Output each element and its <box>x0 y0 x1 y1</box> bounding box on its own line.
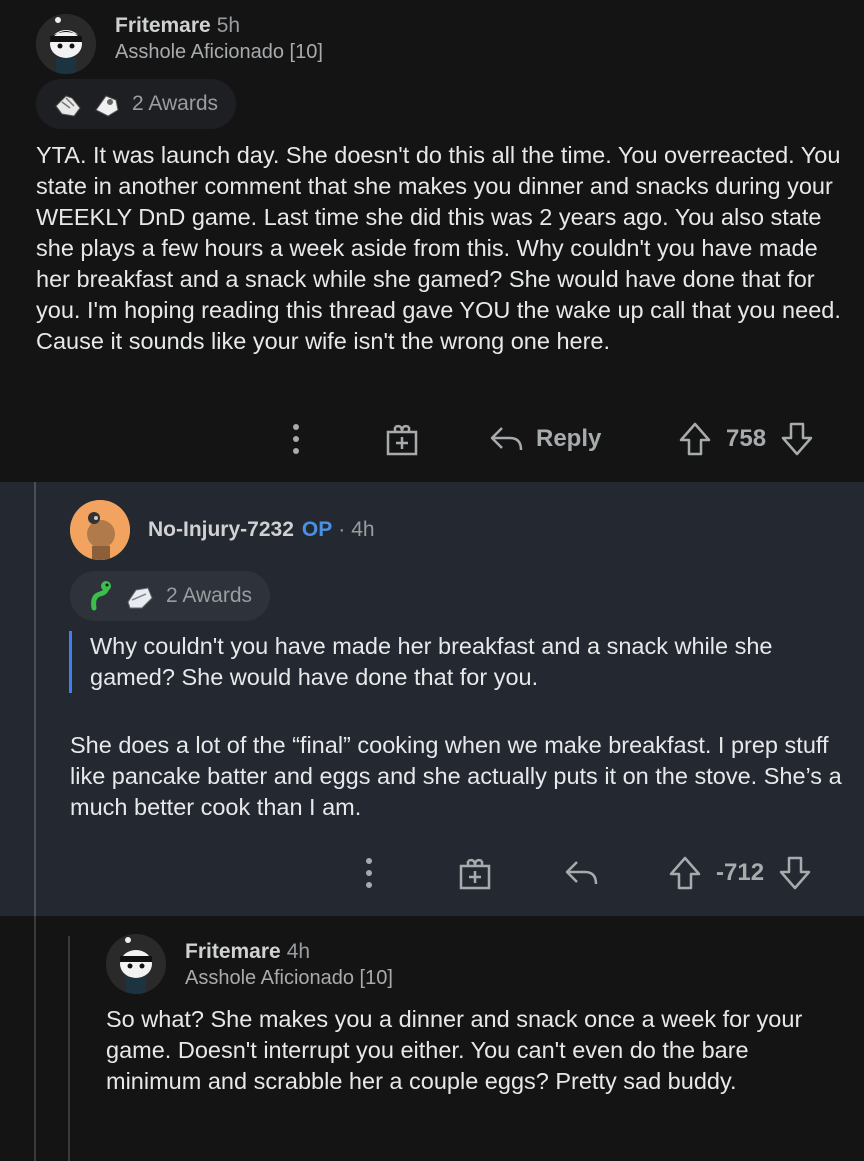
comment-fritemare-1: Fritemare 5h Asshole Aficionado [10] 2 Aw… <box>0 0 864 482</box>
timestamp: 4h <box>351 518 375 541</box>
more-vertical-icon <box>366 858 372 888</box>
snoo-avatar-icon <box>106 934 166 994</box>
more-options-button[interactable] <box>284 422 308 456</box>
timestamp: 5h <box>216 14 241 37</box>
comment-body: So what? She makes you a dinner and snac… <box>106 1006 803 1094</box>
wholesome-seal-award-icon <box>55 95 81 117</box>
more-options-button[interactable] <box>357 856 381 890</box>
snoo-avatar-icon <box>36 14 96 74</box>
awards-count: 2 Awards <box>132 92 218 115</box>
username[interactable]: No-Injury-7232 OP · 4h <box>148 518 375 542</box>
username-text[interactable]: Fritemare <box>185 940 281 963</box>
awards-pill[interactable]: 2 Awards <box>70 571 270 621</box>
snoo-avatar-icon <box>70 500 130 560</box>
downvote-icon[interactable] <box>778 855 812 891</box>
user-flair: Asshole Aficionado [10] <box>185 967 393 989</box>
separator: · <box>338 518 346 541</box>
upvote-icon[interactable] <box>668 855 702 891</box>
reply-button[interactable] <box>563 858 599 888</box>
quoted-text: Why couldn't you have made her breakfast… <box>69 631 850 693</box>
username-text[interactable]: Fritemare <box>115 14 211 37</box>
comment-fritemare-2: Fritemare 4h Asshole Aficionado [10] So w… <box>0 916 864 1161</box>
reply-button[interactable]: Reply <box>488 424 601 454</box>
avatar[interactable] <box>36 14 96 74</box>
vote-controls: 758 <box>678 421 814 457</box>
more-vertical-icon <box>293 424 299 454</box>
upvote-icon[interactable] <box>678 421 712 457</box>
thread-line[interactable] <box>34 482 36 916</box>
reply-arrow-icon <box>490 427 523 451</box>
awards-pill[interactable]: 2 Awards <box>36 79 236 129</box>
awards-count: 2 Awards <box>166 584 252 607</box>
downvote-icon[interactable] <box>780 421 814 457</box>
vote-controls: -712 <box>668 855 812 891</box>
username-text[interactable]: No-Injury-7232 <box>148 518 294 541</box>
username[interactable]: Fritemare 5h <box>115 14 240 38</box>
give-award-button[interactable] <box>385 422 419 456</box>
avatar[interactable] <box>106 934 166 994</box>
score: 758 <box>726 425 767 452</box>
reply-arrow-icon <box>565 861 598 885</box>
bravo-award-icon <box>95 95 119 117</box>
thread-line[interactable] <box>34 916 36 1161</box>
wholesome-seal-award-icon <box>127 587 153 609</box>
op-badge: OP <box>301 518 333 541</box>
gift-icon <box>459 858 491 890</box>
user-flair: Asshole Aficionado [10] <box>115 41 323 63</box>
thread-line[interactable] <box>68 936 70 1161</box>
reply-label[interactable]: Reply <box>536 425 601 453</box>
username[interactable]: Fritemare 4h <box>185 940 310 964</box>
comment-op-reply: No-Injury-7232 OP · 4h 2 Awards Why couldn'… <box>0 482 864 916</box>
timestamp: 4h <box>286 940 311 963</box>
gift-icon <box>386 424 418 456</box>
comment-body: YTA. It was launch day. She doesn't do t… <box>36 142 841 354</box>
score: -712 <box>716 859 765 886</box>
comment-body: She does a lot of the “final” cooking wh… <box>70 732 842 820</box>
snek-award-icon <box>91 581 111 611</box>
give-award-button[interactable] <box>458 856 492 890</box>
avatar[interactable] <box>70 500 130 560</box>
